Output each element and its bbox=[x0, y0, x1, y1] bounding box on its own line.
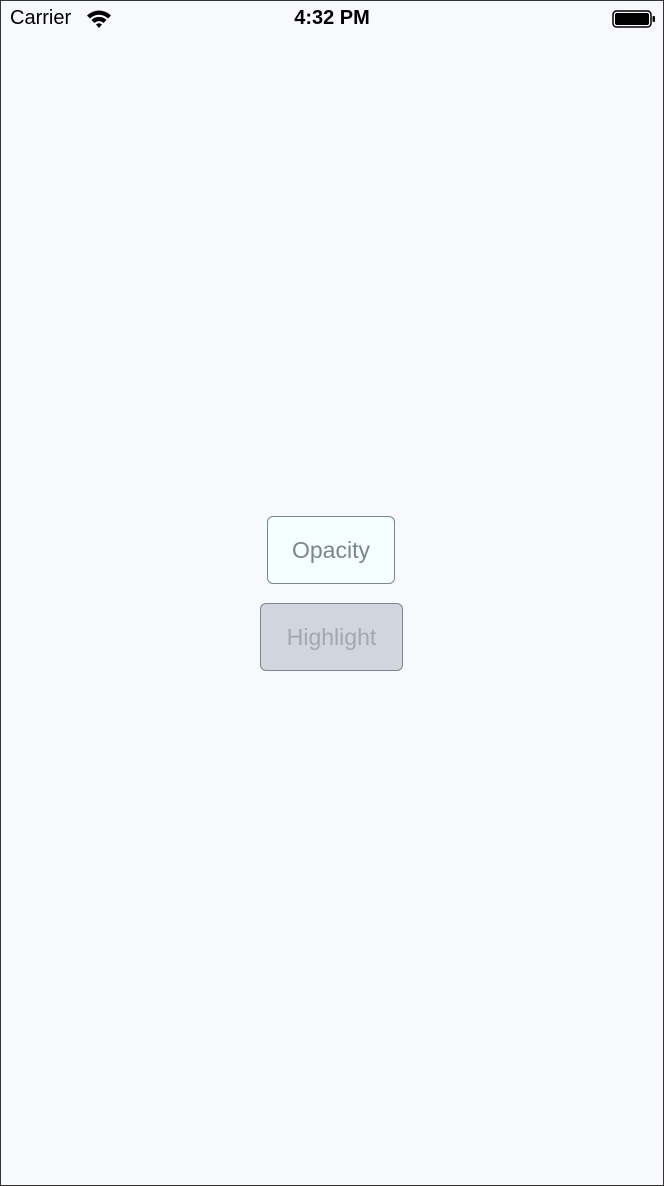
battery-full-icon bbox=[612, 10, 656, 28]
status-time: 4:32 PM bbox=[294, 7, 370, 29]
opacity-button[interactable]: Opacity bbox=[267, 516, 395, 584]
highlight-button[interactable]: Highlight bbox=[260, 603, 403, 671]
main-content: Opacity Highlight bbox=[1, 39, 663, 1185]
phone-screen: Carrier 4:32 PM Opacity Highlight bbox=[0, 0, 664, 1186]
status-bar: Carrier 4:32 PM bbox=[1, 1, 663, 39]
